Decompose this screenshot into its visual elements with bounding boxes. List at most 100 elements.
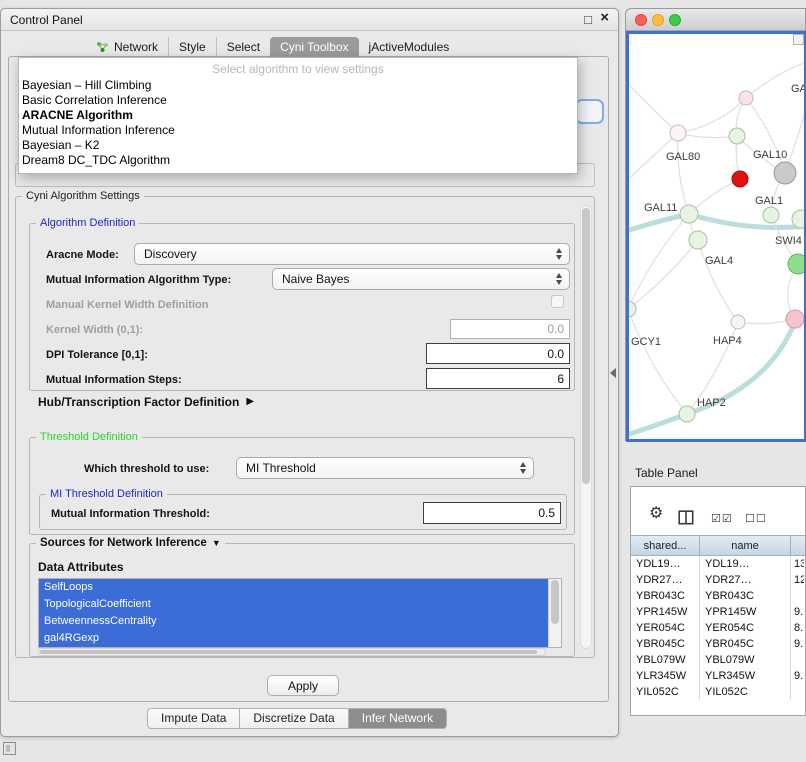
tab-select[interactable]: Select [216, 37, 270, 57]
table-panel-label: Table Panel [635, 466, 698, 480]
network-edge [678, 133, 737, 138]
scrollbar-thumb[interactable] [551, 580, 559, 624]
table-row[interactable]: YBL079WYBL079W [631, 652, 804, 668]
aracne-mode-value: Discovery [144, 248, 197, 261]
select-all-columns-icon[interactable]: ☑☑ [711, 511, 733, 527]
tab-jactivemodules[interactable]: jActiveModules [359, 37, 460, 57]
algorithm-option[interactable]: Bayesian – Hill Climbing [19, 78, 577, 93]
network-node[interactable] [788, 254, 804, 274]
dpi-tolerance-field[interactable]: 0.0 [426, 343, 570, 364]
algorithm-option[interactable]: Dream8 DC_TDC Algorithm [19, 153, 577, 168]
network-node[interactable] [689, 231, 707, 249]
table-row[interactable]: YLR345WYLR345W9. [631, 668, 804, 684]
tab-cyni-toolbox[interactable]: Cyni Toolbox [270, 37, 358, 57]
scrollbar-thumb[interactable] [40, 650, 537, 654]
hub-definition-toggle[interactable]: Hub/Transcription Factor Definition ▶ [38, 395, 254, 409]
table-row[interactable]: YPR145WYPR145W9. [631, 604, 804, 620]
network-node[interactable] [732, 171, 748, 187]
table-row[interactable]: YER054CYER054C8. [631, 620, 804, 636]
network-node[interactable] [786, 310, 804, 328]
attribute-item[interactable]: TopologicalCoefficient [39, 596, 548, 613]
table-cell: 9. [791, 668, 804, 684]
kernel-width-field[interactable]: 0.0 [450, 319, 570, 339]
table-cell: YDR27… [631, 572, 700, 588]
threshold-definition-title: Threshold Definition [36, 430, 142, 444]
attribute-items-container: SelfLoopsTopologicalCoefficientBetweenne… [39, 579, 548, 647]
deselect-columns-icon[interactable]: ☐☐ [745, 511, 767, 527]
algorithm-option[interactable]: Mutual Information Inference [19, 123, 577, 138]
kernel-width-label: Kernel Width (0,1): [46, 324, 143, 336]
table-cell: YDL19… [700, 556, 791, 572]
tab-style[interactable]: Style [168, 37, 216, 57]
apply-button[interactable]: Apply [267, 675, 339, 696]
tab-network[interactable]: Network [86, 37, 168, 57]
network-canvas[interactable]: GALGAL80GAL10GAL11GAL1SWI4GAL4GCY1HAP4HA… [629, 34, 804, 439]
mi-threshold-field[interactable]: 0.5 [423, 502, 561, 524]
sources-group-title[interactable]: Sources for Network Inference ▼ [36, 536, 225, 550]
node-label: GAL4 [705, 255, 733, 267]
threshold-definition-group: Threshold Definition Which threshold to … [29, 437, 575, 535]
network-node[interactable] [774, 162, 796, 184]
node-label: GAL80 [666, 151, 700, 163]
mi-threshold-value: 0.5 [538, 506, 555, 520]
network-node[interactable] [729, 128, 745, 144]
table-row[interactable]: YDL19…YDL19…13 [631, 556, 804, 572]
table-row[interactable]: YIL052CYIL052C [631, 684, 804, 700]
column-header[interactable] [791, 535, 805, 556]
threshold-select[interactable]: MI Threshold [236, 457, 534, 479]
table-cell: YBR045C [700, 636, 791, 652]
table-body: YDL19…YDL19…13YDR27…YDR27…12YBR043CYBR04… [631, 556, 804, 714]
bottom-tab-impute-data[interactable]: Impute Data [147, 708, 240, 729]
algorithm-option[interactable]: ARACNE Algorithm [19, 108, 577, 123]
attribute-item[interactable]: gal4RGexp [39, 630, 548, 647]
float-window-icon[interactable]: □ [584, 12, 592, 27]
column-header[interactable]: shared... [631, 535, 700, 556]
table-row[interactable]: YBR045CYBR045C9. [631, 636, 804, 652]
gear-icon[interactable]: ⚙ [649, 506, 663, 522]
close-icon[interactable]: × [600, 10, 609, 25]
network-scroll-button[interactable] [793, 34, 804, 45]
settings-scrollbar[interactable] [580, 205, 592, 649]
table-panel: ⚙ ☑☑ ☐☐ shared...name YDL19…YDL19…13YDR2… [630, 486, 806, 716]
traffic-light-minimize[interactable] [652, 14, 664, 26]
traffic-light-close[interactable] [635, 14, 647, 26]
table-row[interactable]: YDR27…YDR27…12 [631, 572, 804, 588]
scrollbar-thumb[interactable] [582, 208, 590, 484]
table-cell: YDR27… [700, 572, 791, 588]
table-cell: YPR145W [700, 604, 791, 620]
network-node[interactable] [680, 205, 698, 223]
collapse-arrow-icon: ▼ [212, 538, 221, 548]
list-vertical-scrollbar[interactable] [548, 579, 561, 647]
table-toolbar: ⚙ ☑☑ ☐☐ [631, 487, 805, 535]
traffic-light-zoom[interactable] [669, 14, 681, 26]
algorithm-option[interactable]: Bayesian – K2 [19, 138, 577, 153]
mi-steps-value: 6 [557, 372, 564, 386]
table-cell: YBR045C [631, 636, 700, 652]
splitter-collapse-arrow[interactable] [610, 368, 616, 378]
mi-steps-field[interactable]: 6 [426, 368, 570, 389]
hidden-panel-icon[interactable] [3, 742, 16, 755]
sources-group: Sources for Network Inference ▼ Data Att… [29, 543, 575, 657]
algorithm-select-partial[interactable] [575, 99, 604, 124]
bottom-tab-infer-network[interactable]: Infer Network [349, 708, 447, 729]
tab-label: Select [227, 37, 260, 57]
network-node[interactable] [679, 406, 695, 422]
network-node[interactable] [731, 315, 745, 329]
hub-definition-label: Hub/Transcription Factor Definition [38, 395, 239, 409]
bottom-tab-discretize-data[interactable]: Discretize Data [240, 708, 348, 729]
manual-kernel-checkbox[interactable] [551, 295, 564, 308]
aracne-mode-select[interactable]: Discovery [134, 243, 570, 265]
table-row[interactable]: YBR043CYBR043C [631, 588, 804, 604]
list-horizontal-scrollbar[interactable] [38, 648, 546, 656]
column-header[interactable]: name [700, 535, 791, 556]
network-node[interactable] [670, 125, 686, 141]
algorithm-option[interactable]: Basic Correlation Inference [19, 93, 577, 108]
expand-arrow-icon: ▶ [246, 396, 254, 408]
attribute-item[interactable]: SelfLoops [39, 579, 548, 596]
threshold-select-value: MI Threshold [246, 462, 316, 475]
network-node[interactable] [739, 91, 753, 105]
attribute-item[interactable]: BetweennessCentrality [39, 613, 548, 630]
columns-icon[interactable] [678, 510, 694, 529]
mi-type-select[interactable]: Naive Bayes [272, 268, 570, 290]
network-node[interactable] [763, 207, 779, 223]
